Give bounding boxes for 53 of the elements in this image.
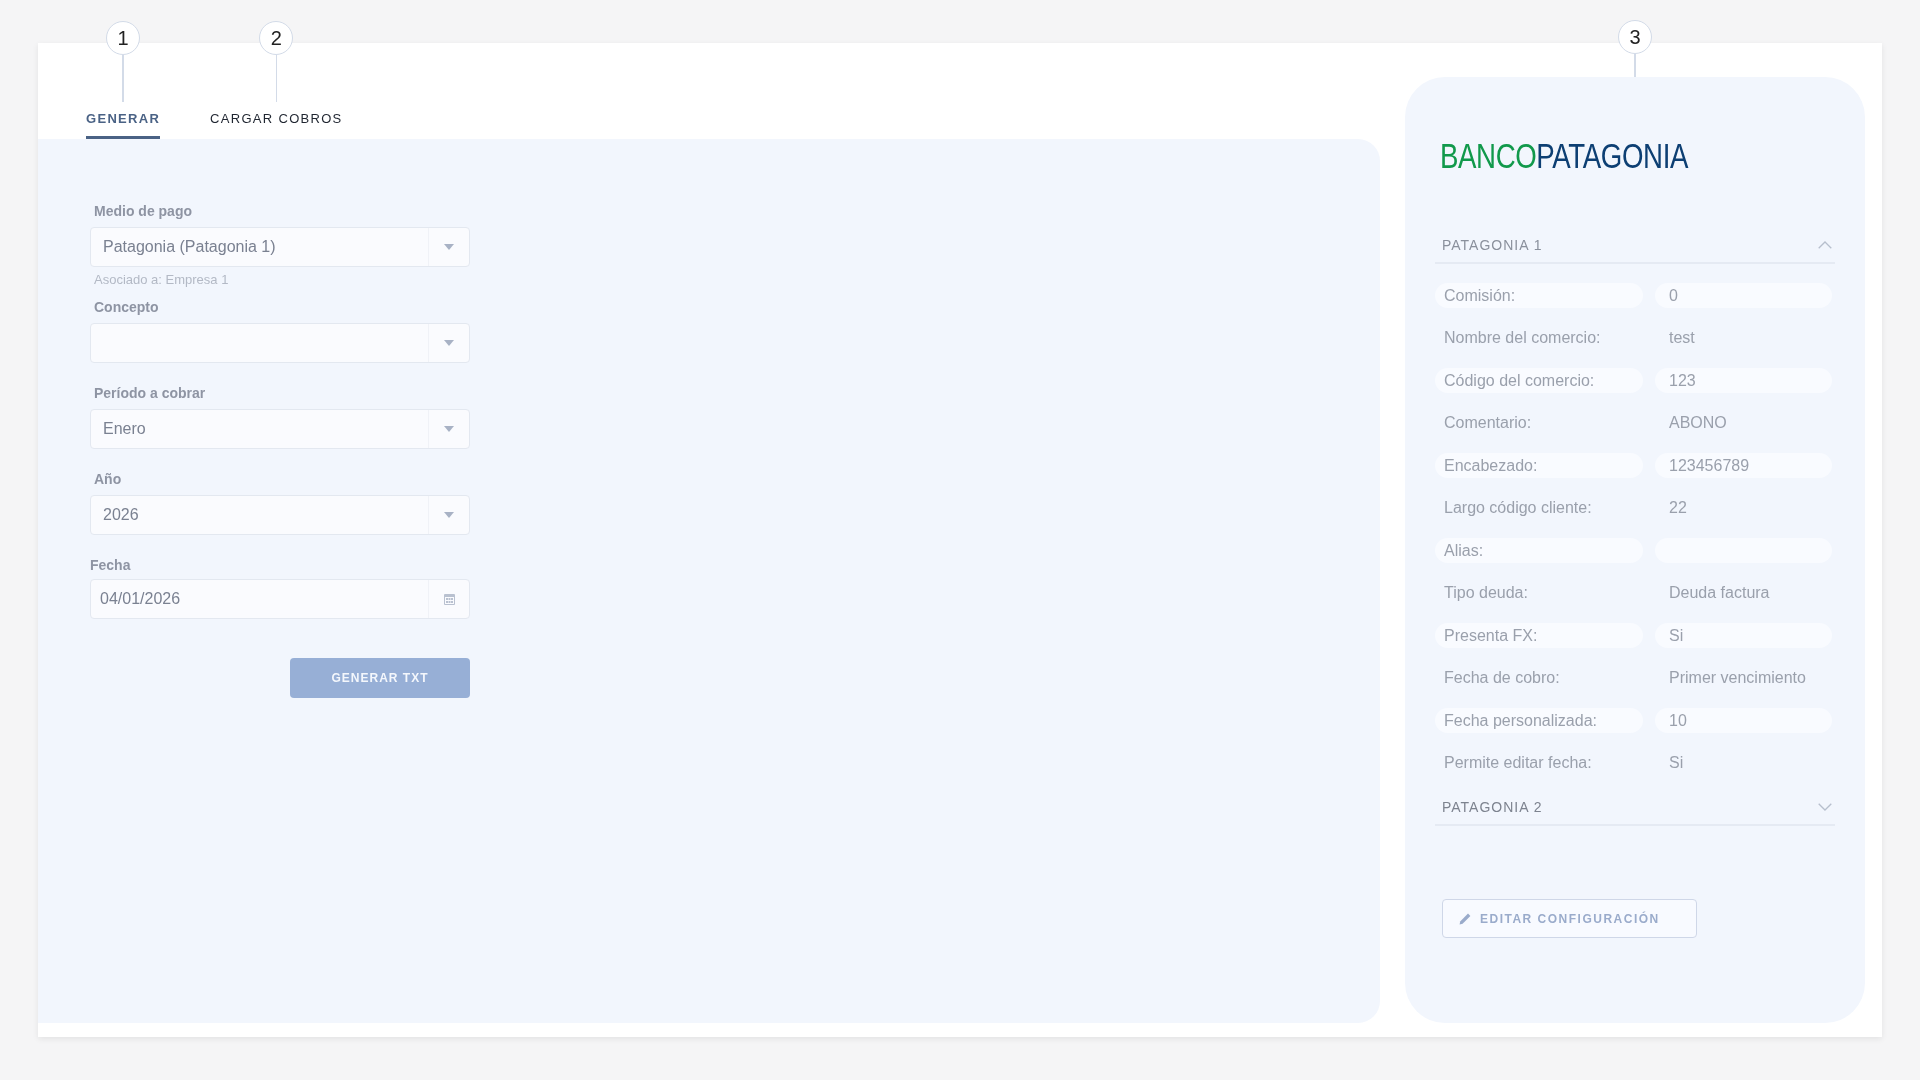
callout-marker: 3 <box>1618 20 1652 54</box>
detail-value: Primer vencimiento <box>1668 668 1807 689</box>
chevron-up-icon <box>1818 241 1832 249</box>
detail-value: 123 <box>1655 367 1832 393</box>
detail-label: Fecha personalizada: <box>1435 707 1643 733</box>
field-label: Fecha <box>90 556 131 575</box>
caret-icon <box>444 340 454 346</box>
field-label: Año <box>94 470 122 489</box>
detail-value: 0 <box>1655 282 1832 308</box>
pencil-icon <box>1459 912 1471 925</box>
detail-value: ABONO <box>1668 413 1728 434</box>
detail-label: Alias: <box>1435 537 1643 563</box>
caret-icon <box>444 512 454 518</box>
calendar-icon <box>443 593 455 605</box>
callout-marker: 1 <box>106 21 141 55</box>
detail-value: 10 <box>1655 707 1832 733</box>
accordion-header[interactable]: PATAGONIA 2 <box>1435 790 1835 826</box>
caret-icon <box>444 244 454 250</box>
bank-logo: BANCOPATAGONIA <box>1440 136 1688 176</box>
caret-icon <box>444 426 454 432</box>
detail-label: Nombre del comercio: <box>1443 328 1602 349</box>
field-label: Período a cobrar <box>94 384 206 403</box>
leader-line <box>275 55 278 102</box>
tab[interactable]: CARGAR COBROS <box>210 111 343 139</box>
detail-label: Largo código cliente: <box>1443 498 1593 519</box>
leader-line <box>1634 54 1636 77</box>
field-label: Concepto <box>94 298 159 317</box>
chevron-down-icon <box>1818 803 1832 811</box>
detail-value: 22 <box>1668 498 1688 519</box>
leader-line <box>122 55 124 102</box>
select-field[interactable]: Patagonia (Patagonia 1) <box>90 227 470 267</box>
select-field[interactable] <box>90 323 470 363</box>
detail-value: test <box>1668 328 1696 349</box>
edit-config-button[interactable]: EDITAR CONFIGURACIÓN <box>1442 899 1697 938</box>
accordion-header[interactable]: PATAGONIA 1 <box>1435 228 1835 264</box>
field-hint: Asociado a: Empresa 1 <box>94 271 229 289</box>
detail-label: Presenta FX: <box>1435 622 1643 648</box>
detail-label: Código del comercio: <box>1435 367 1643 393</box>
detail-value: Si <box>1655 622 1832 648</box>
detail-label: Comentario: <box>1443 413 1533 434</box>
detail-label: Comisión: <box>1435 282 1643 308</box>
select-field[interactable]: 2026 <box>90 495 470 535</box>
date-field[interactable]: 04/01/2026 <box>90 579 470 619</box>
detail-value: Si <box>1668 753 1685 774</box>
detail-label: Encabezado: <box>1435 452 1643 478</box>
detail-value: Deuda factura <box>1668 583 1771 604</box>
detail-label: Fecha de cobro: <box>1443 668 1561 689</box>
detail-label: Permite editar fecha: <box>1443 753 1593 774</box>
callout-marker: 2 <box>259 21 294 55</box>
field-label: Medio de pago <box>94 202 192 221</box>
detail-label: Tipo deuda: <box>1443 583 1529 604</box>
detail-value: 123456789 <box>1655 452 1832 478</box>
select-field[interactable]: Enero <box>90 409 470 449</box>
